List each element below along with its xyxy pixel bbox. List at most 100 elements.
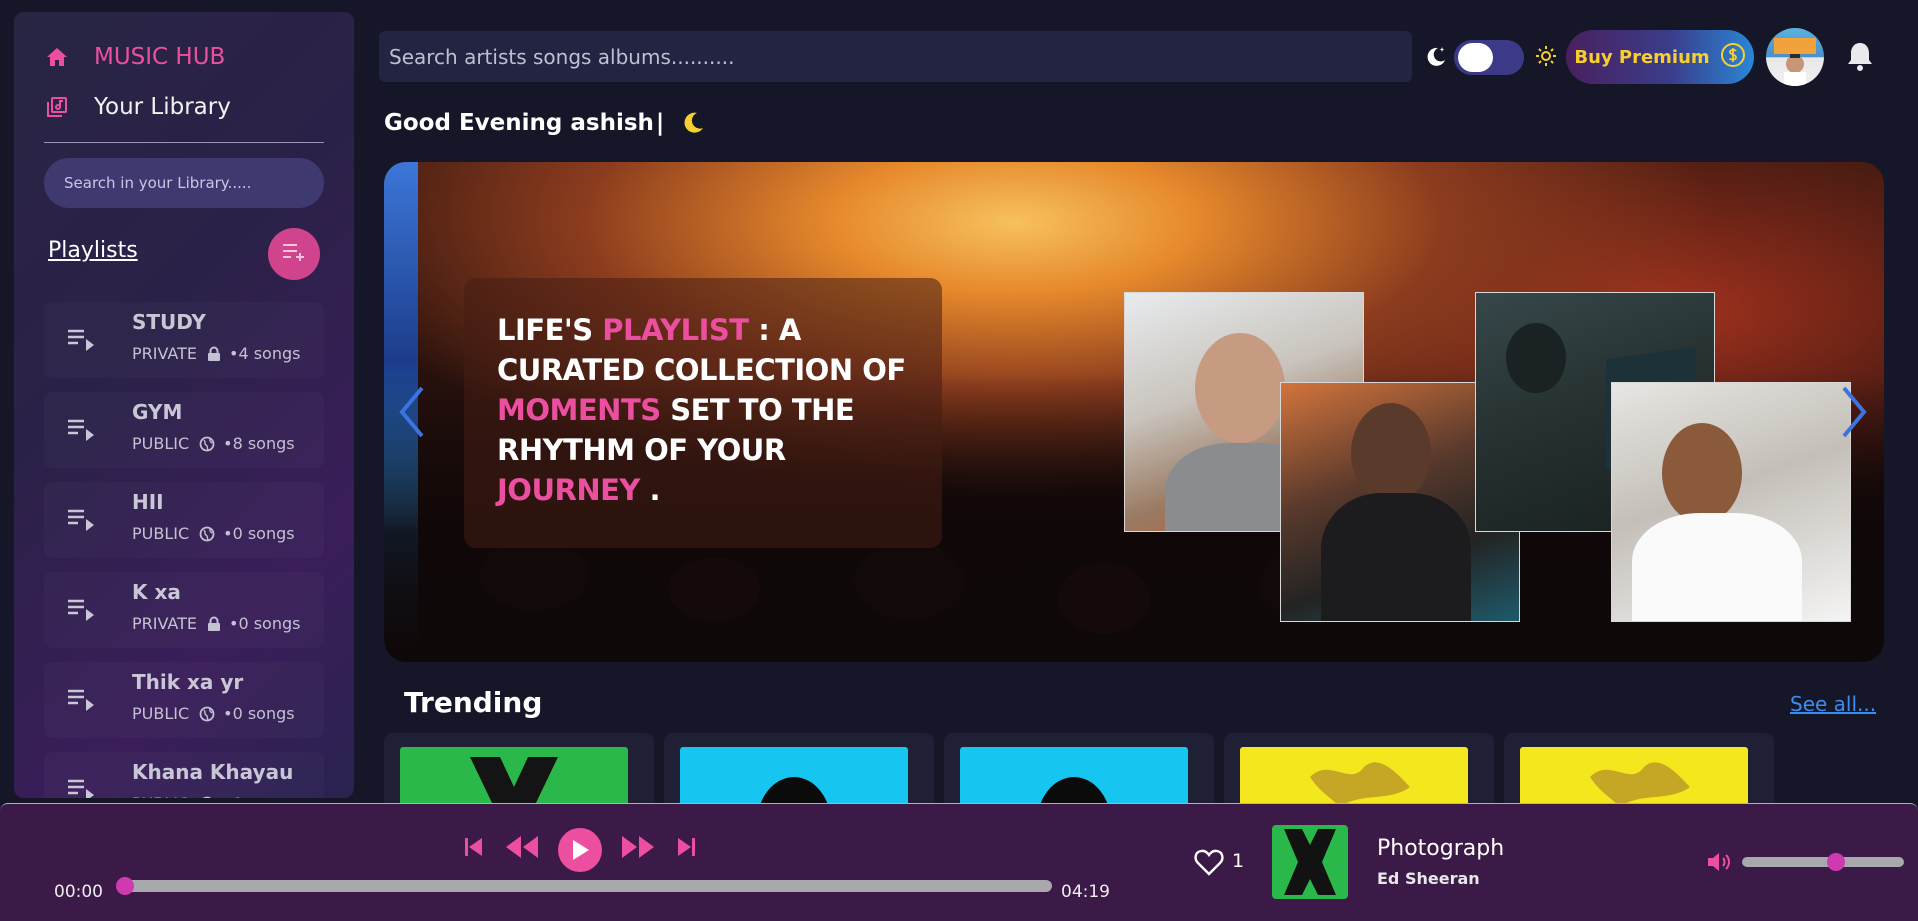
add-playlist-button[interactable]: [268, 228, 320, 280]
heart-icon[interactable]: [1194, 848, 1224, 880]
hero-highlight-word: MOMENTS: [497, 393, 661, 427]
chevron-left-icon[interactable]: [396, 384, 426, 444]
playlist-item[interactable]: K xa PRIVATE •0 songs: [44, 572, 324, 648]
globe-icon: [199, 526, 215, 542]
playlist-play-icon: [66, 506, 96, 536]
hero-text-part: LIFE'S: [497, 313, 603, 347]
playlist-meta: PRIVATE •0 songs: [132, 614, 300, 633]
nav-home[interactable]: MUSIC HUB: [44, 44, 225, 70]
sidebar: MUSIC HUB Your Library Playlists STUDY PR…: [14, 12, 354, 798]
like-count: 1: [1232, 850, 1245, 872]
greeting-label: Good Evening ashish: [384, 110, 654, 136]
skip-next-icon[interactable]: [676, 836, 696, 862]
hero-photo-cheering-woman: [1611, 382, 1851, 622]
playlist-item[interactable]: GYM PUBLIC •8 songs: [44, 392, 324, 468]
playlist-meta: PUBLIC •0 songs: [132, 704, 295, 723]
globe-icon: [199, 706, 215, 722]
trending-heading: Trending: [404, 686, 543, 719]
playlist-play-icon: [66, 596, 96, 626]
volume-thumb[interactable]: [1826, 853, 1845, 871]
globe-icon: [199, 436, 215, 452]
now-playing-artist: Ed Sheeran: [1377, 869, 1480, 888]
user-avatar[interactable]: [1766, 28, 1824, 86]
moon-stars-icon: [1424, 44, 1448, 72]
playlist-item[interactable]: HII PUBLIC •0 songs: [44, 482, 324, 558]
playlist-name: HII: [132, 490, 164, 514]
playlist-meta: PUBLIC •0 songs: [132, 524, 295, 543]
main-search-input[interactable]: [379, 31, 1412, 82]
lock-icon: [207, 616, 221, 632]
dollar-coin-icon: [1720, 42, 1746, 72]
current-time: 00:00: [54, 882, 103, 902]
volume-icon[interactable]: [1706, 850, 1734, 878]
playlist-item[interactable]: Khana Khayau PUBLIC •0 songs: [44, 752, 324, 798]
buy-premium-label: Buy Premium: [1574, 46, 1710, 68]
playlist-meta: PUBLIC •0 songs: [132, 794, 295, 798]
fast-forward-icon[interactable]: [620, 834, 656, 864]
playlist-list: STUDY PRIVATE •4 songs GYM PUBLIC •8 songs HII…: [44, 302, 324, 798]
playlist-song-count: •0 songs: [229, 614, 301, 633]
home-icon: [44, 44, 70, 70]
progress-thumb[interactable]: [116, 877, 134, 895]
play-button[interactable]: [558, 828, 602, 872]
now-playing-title: Photograph: [1377, 836, 1505, 861]
nav-library-label: Your Library: [94, 94, 231, 120]
playlist-visibility: PUBLIC: [132, 434, 190, 453]
playlist-name: Thik xa yr: [132, 670, 244, 694]
sun-icon: [1534, 44, 1558, 72]
hero-text-part: .: [639, 473, 661, 507]
playlist-play-icon: [66, 326, 96, 356]
playlist-visibility: PUBLIC: [132, 524, 190, 543]
playlist-song-count: •0 songs: [223, 704, 295, 723]
playlist-visibility: PRIVATE: [132, 614, 197, 633]
hero-highlight-word: PLAYLIST: [602, 313, 749, 347]
playlist-item[interactable]: Thik xa yr PUBLIC •0 songs: [44, 662, 324, 738]
crescent-moon-icon: [680, 110, 706, 136]
playlist-play-icon: [66, 416, 96, 446]
hero-headline: LIFE'S PLAYLIST : A CURATED COLLECTION O…: [497, 310, 917, 510]
nav-home-label: MUSIC HUB: [94, 44, 226, 70]
bell-icon[interactable]: [1845, 40, 1875, 76]
buy-premium-button[interactable]: Buy Premium: [1566, 30, 1754, 84]
total-time: 04:19: [1061, 882, 1110, 902]
playlist-song-count: •0 songs: [223, 524, 295, 543]
hero-highlight-word: JOURNEY: [497, 473, 640, 507]
playlist-name: STUDY: [132, 310, 206, 334]
playlist-play-icon: [66, 686, 96, 716]
playlist-visibility: PUBLIC: [132, 794, 189, 798]
sidebar-divider: [44, 142, 324, 143]
globe-icon: [199, 796, 215, 798]
typing-cursor: |: [655, 110, 665, 136]
now-playing-album-art: [1272, 825, 1348, 899]
volume-slider[interactable]: [1742, 853, 1904, 871]
playlist-meta: PRIVATE •4 songs: [132, 344, 300, 363]
library-icon: [44, 94, 70, 120]
lock-icon: [207, 346, 221, 362]
theme-toggle[interactable]: [1454, 40, 1524, 75]
greeting-text: Good Evening ashish |: [384, 110, 706, 136]
chevron-right-icon[interactable]: [1840, 384, 1870, 444]
playlist-name: GYM: [132, 400, 183, 424]
playlist-visibility: PRIVATE: [132, 344, 197, 363]
rewind-icon[interactable]: [504, 834, 540, 864]
playlist-meta: PUBLIC •8 songs: [132, 434, 295, 453]
playlist-song-count: •4 songs: [229, 344, 301, 363]
playlist-name: Khana Khayau: [132, 760, 294, 784]
playlist-visibility: PUBLIC: [132, 704, 190, 723]
playlist-add-icon: [281, 241, 307, 267]
hero-banner: LIFE'S PLAYLIST : A CURATED COLLECTION O…: [384, 162, 1884, 662]
nav-library[interactable]: Your Library: [44, 94, 231, 120]
playlist-item[interactable]: STUDY PRIVATE •4 songs: [44, 302, 324, 378]
player-bar: [0, 803, 1918, 921]
see-all-link[interactable]: See all...: [1790, 692, 1876, 716]
skip-previous-icon[interactable]: [464, 836, 484, 862]
playlists-heading[interactable]: Playlists: [48, 238, 138, 263]
library-search-input[interactable]: [44, 158, 324, 208]
playlist-song-count: •8 songs: [223, 434, 295, 453]
play-icon: [573, 840, 589, 860]
theme-toggle-knob: [1458, 43, 1493, 72]
playlist-play-icon: [66, 776, 96, 798]
playlist-song-count: •0 songs: [223, 794, 294, 798]
playlist-name: K xa: [132, 580, 181, 604]
progress-slider[interactable]: [116, 877, 1052, 895]
